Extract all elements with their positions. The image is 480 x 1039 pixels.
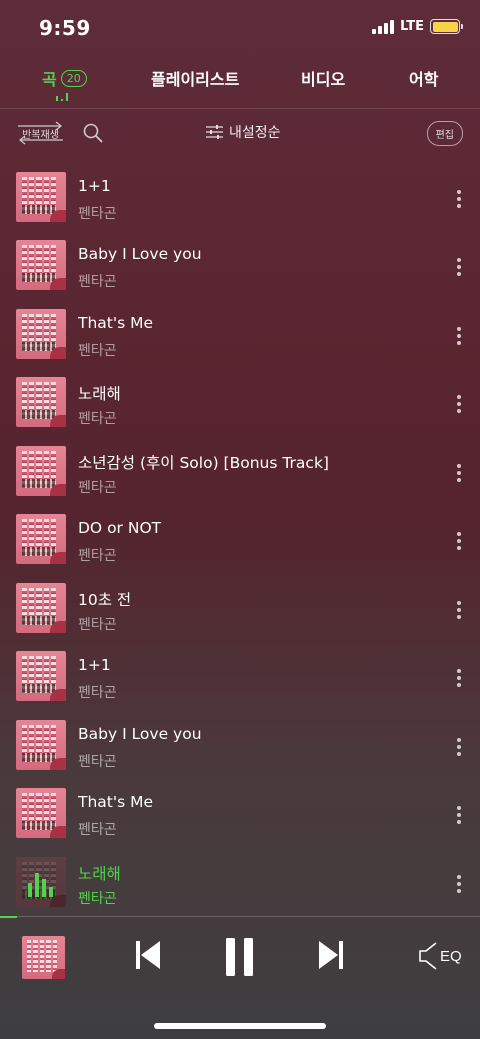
song-row[interactable]: Baby I Love you 펜타곤 (0, 716, 480, 776)
tab-playlist[interactable]: 플레이리스트 (151, 66, 239, 90)
signal-icon (372, 19, 395, 34)
tabs-divider (0, 108, 480, 109)
tab-songs-label: 곡 (42, 70, 57, 89)
album-art (16, 788, 66, 838)
album-art (16, 651, 66, 701)
more-options-icon[interactable] (455, 258, 463, 276)
sort-label: 내설정순 (229, 125, 281, 141)
song-row[interactable]: 노래해 펜타곤 (0, 373, 480, 433)
song-title: 노래해 (78, 865, 121, 883)
song-row[interactable]: DO or NOT 펜타곤 (0, 510, 480, 570)
more-options-icon[interactable] (455, 669, 463, 687)
song-artist: 펜타곤 (78, 548, 117, 564)
song-artist: 펜타곤 (78, 754, 117, 770)
song-title: That's Me (78, 314, 154, 332)
song-title: 10초 전 (78, 591, 132, 609)
search-icon[interactable] (82, 122, 104, 144)
more-options-icon[interactable] (455, 875, 463, 893)
album-art (16, 720, 66, 770)
song-title: Baby I Love you (78, 245, 202, 263)
previous-track-icon[interactable] (135, 939, 161, 971)
more-options-icon[interactable] (455, 601, 463, 619)
song-row[interactable]: That's Me 펜타곤 (0, 784, 480, 844)
song-artist: 펜타곤 (78, 685, 117, 701)
eq-label: EQ (440, 947, 462, 965)
song-title: DO or NOT (78, 519, 162, 537)
repeat-button[interactable]: 반복재생 (16, 120, 65, 146)
song-title: 1+1 (78, 177, 111, 195)
now-playing-equalizer-icon (28, 867, 53, 897)
song-artist: 펜타곤 (78, 206, 117, 222)
edit-button[interactable]: 편집 (426, 121, 463, 146)
song-row[interactable]: That's Me 펜타곤 (0, 305, 480, 365)
active-tab-equalizer-icon (56, 92, 68, 101)
songs-count-badge: 20 (60, 69, 87, 87)
song-artist: 펜타곤 (78, 822, 117, 838)
more-options-icon[interactable] (455, 464, 463, 482)
song-row-now-playing[interactable]: 노래해 펜타곤 (0, 853, 480, 913)
home-indicator[interactable] (154, 1023, 326, 1029)
song-title: 노래해 (78, 385, 121, 403)
album-art (16, 514, 66, 564)
speaker-icon (419, 942, 437, 970)
album-art (16, 583, 66, 633)
next-track-icon[interactable] (318, 939, 344, 971)
song-artist: 펜타곤 (78, 411, 117, 427)
mini-player: EQ (0, 917, 480, 1005)
song-row[interactable]: 10초 전 펜타곤 (0, 579, 480, 639)
album-art (16, 172, 66, 222)
tab-songs[interactable]: 곡 20 (42, 66, 87, 90)
song-title: Baby I Love you (78, 725, 202, 743)
status-time: 9:59 (39, 16, 91, 40)
song-row[interactable]: Baby I Love you 펜타곤 (0, 236, 480, 296)
tab-video[interactable]: 비디오 (301, 66, 345, 90)
more-options-icon[interactable] (455, 395, 463, 413)
song-title: 1+1 (78, 656, 111, 674)
album-art (16, 377, 66, 427)
album-art (16, 309, 66, 359)
song-row[interactable]: 1+1 펜타곤 (0, 168, 480, 228)
more-options-icon[interactable] (455, 532, 463, 550)
song-row[interactable]: 1+1 펜타곤 (0, 647, 480, 707)
album-art (16, 240, 66, 290)
status-bar: 9:59 LTE (0, 0, 480, 56)
more-options-icon[interactable] (455, 327, 463, 345)
song-artist: 펜타곤 (78, 343, 117, 359)
status-indicators: LTE (372, 19, 463, 34)
song-title: That's Me (78, 793, 154, 811)
library-tabs: 곡 20 플레이리스트 비디오 어학 (0, 62, 480, 106)
network-label: LTE (400, 19, 424, 34)
tab-language[interactable]: 어학 (409, 66, 438, 90)
more-options-icon[interactable] (455, 738, 463, 756)
song-artist: 펜타곤 (78, 891, 117, 907)
battery-icon (430, 19, 463, 34)
song-artist: 펜타곤 (78, 274, 117, 290)
list-toolbar: 반복재생 내설정순 편집 (0, 118, 480, 148)
more-options-icon[interactable] (455, 190, 463, 208)
sort-sliders-icon (206, 125, 223, 139)
sort-button[interactable]: 내설정순 (206, 122, 281, 142)
pause-icon[interactable] (224, 937, 256, 977)
song-title: 소년감성 (후이 Solo) [Bonus Track] (78, 454, 329, 472)
equalizer-button[interactable]: EQ (418, 941, 462, 971)
song-artist: 펜타곤 (78, 480, 117, 496)
album-art (16, 446, 66, 496)
current-album-art[interactable] (22, 936, 65, 979)
album-art (16, 857, 66, 907)
song-artist: 펜타곤 (78, 617, 117, 633)
more-options-icon[interactable] (455, 806, 463, 824)
song-row[interactable]: 소년감성 (후이 Solo) [Bonus Track] 펜타곤 (0, 442, 480, 502)
repeat-label: 반복재생 (22, 129, 59, 141)
